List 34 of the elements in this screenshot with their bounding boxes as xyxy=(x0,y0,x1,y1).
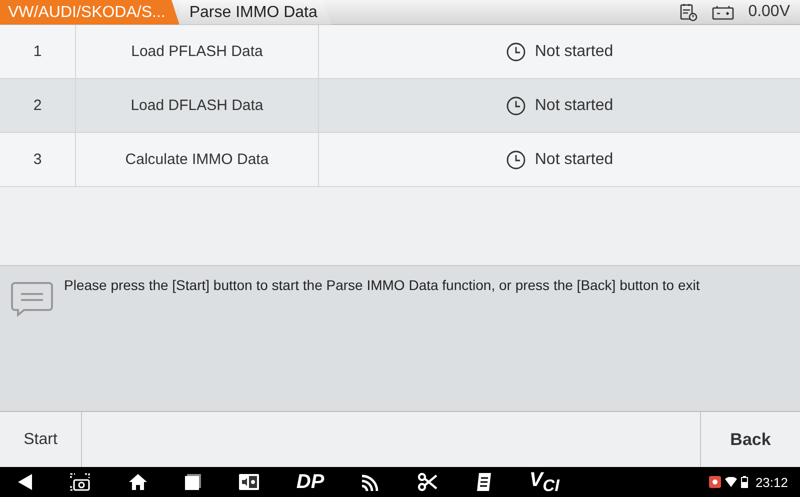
app-logo[interactable]: V$_{CI}$ xyxy=(529,468,560,496)
step-name: Calculate IMMO Data xyxy=(125,151,269,168)
step-name: Load PFLASH Data xyxy=(131,43,263,60)
app-logo[interactable]: DP xyxy=(296,470,324,494)
signal-icon[interactable] xyxy=(360,473,380,491)
step-number: 1 xyxy=(33,43,42,60)
card-icon[interactable] xyxy=(238,473,260,491)
battery-icon xyxy=(712,4,734,20)
step-number: 2 xyxy=(33,97,42,114)
battery-status-icon xyxy=(741,476,748,488)
clock-icon xyxy=(506,96,526,116)
step-status: Not started xyxy=(534,96,614,114)
step-row[interactable]: 3 Calculate IMMO Data Not started xyxy=(0,133,800,187)
scissors-icon[interactable] xyxy=(416,472,439,492)
step-name: Load DFLASH Data xyxy=(130,97,264,114)
message-icon xyxy=(10,281,54,317)
wifi-icon xyxy=(725,477,738,487)
report-icon[interactable] xyxy=(678,2,698,22)
step-number: 3 xyxy=(33,151,42,168)
voltage-reading: 0.00V xyxy=(748,3,790,21)
step-row[interactable]: 2 Load DFLASH Data Not started xyxy=(0,79,800,133)
recents-icon[interactable] xyxy=(184,473,202,491)
notebook-icon[interactable] xyxy=(475,472,494,492)
instruction-text: Please press the [Start] button to start the Parse IMMO Data function, or press the [Back] button to exit xyxy=(64,277,700,293)
notification-icon xyxy=(709,476,722,488)
step-row[interactable]: 1 Load PFLASH Data Not started xyxy=(0,25,800,79)
clock-time: 23:12 xyxy=(755,474,788,490)
camera-icon[interactable] xyxy=(69,472,92,492)
step-status: Not started xyxy=(534,42,614,60)
clock-icon xyxy=(506,150,526,170)
back-icon[interactable] xyxy=(17,473,33,491)
clock-icon xyxy=(506,42,526,62)
home-icon[interactable] xyxy=(128,473,148,491)
step-status: Not started xyxy=(534,150,614,168)
